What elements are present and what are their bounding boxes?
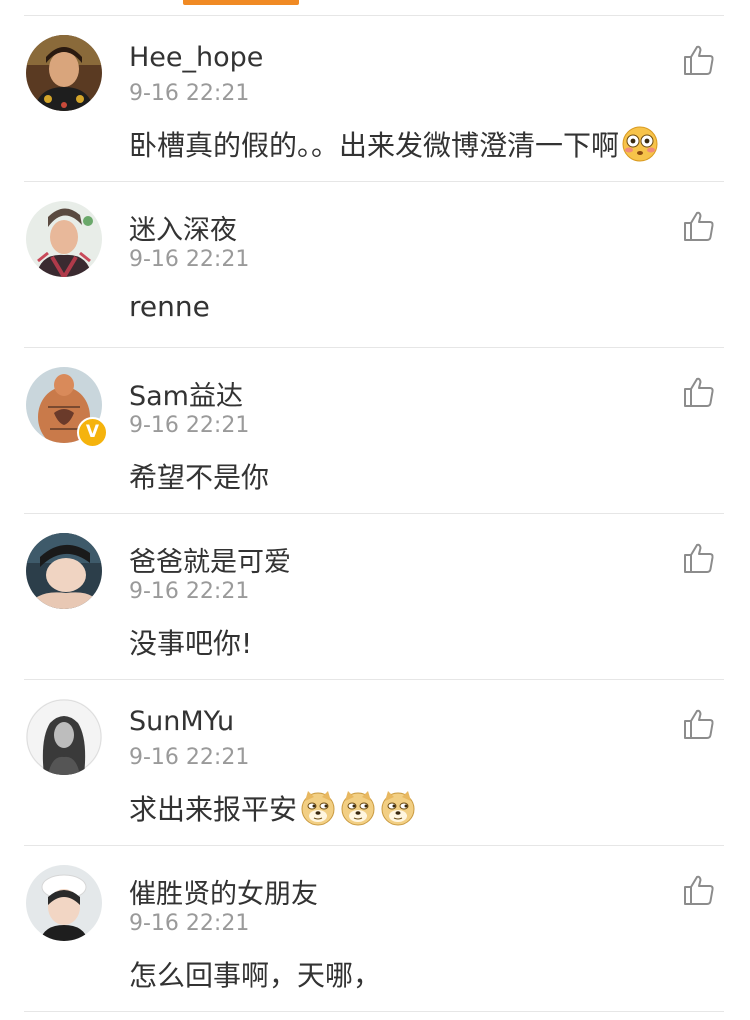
- like-button[interactable]: [682, 541, 716, 575]
- comment-item: V Sam益达 9-16 22:21 希望不是你: [24, 348, 724, 514]
- comment-item: SunMYu 9-16 22:21 求出来报平安: [24, 680, 724, 846]
- thumbs-up-icon: [684, 543, 714, 573]
- username[interactable]: 迷入深夜: [129, 208, 237, 247]
- thumbs-up-icon: [684, 709, 714, 739]
- verified-badge: V: [77, 417, 108, 448]
- comment-time: 9-16 22:21: [129, 81, 250, 106]
- comment-item: 爸爸就是可爱 9-16 22:21 没事吧你!: [24, 514, 724, 680]
- comment-text: 卧槽真的假的。。出来发微博澄清一下啊: [129, 124, 659, 164]
- thumbs-up-icon: [684, 45, 714, 75]
- comment-text: 没事吧你!: [129, 622, 252, 662]
- thumbs-up-icon: [684, 211, 714, 241]
- comment-text-body: 怎么回事啊，天哪，: [129, 959, 382, 992]
- flushed-face-emoji: [621, 125, 659, 163]
- comment-time: 9-16 22:21: [129, 413, 250, 438]
- avatar-baba-keai: [26, 533, 102, 609]
- avatar[interactable]: [26, 201, 102, 277]
- username[interactable]: 催胜贤的女朋友: [129, 872, 318, 911]
- comment-text: 求出来报平安: [129, 788, 417, 828]
- comment-item: Hee_hope 9-16 22:21 卧槽真的假的。。出来发微博澄清一下啊: [24, 16, 724, 182]
- avatar[interactable]: [26, 533, 102, 609]
- thumbs-up-icon: [684, 875, 714, 905]
- doge-emoji: [379, 789, 417, 827]
- like-button[interactable]: [682, 43, 716, 77]
- doge-emoji: [299, 789, 337, 827]
- comment-item: 迷入深夜 9-16 22:21 renne: [24, 182, 724, 348]
- username[interactable]: 爸爸就是可爱: [129, 540, 291, 579]
- comment-text: 希望不是你: [129, 456, 269, 496]
- comment-item: 催胜贤的女朋友 9-16 22:21 怎么回事啊，天哪，: [24, 846, 724, 1012]
- comment-time: 9-16 22:21: [129, 911, 250, 936]
- avatar[interactable]: [26, 699, 102, 775]
- doge-emoji: [339, 789, 377, 827]
- like-button[interactable]: [682, 873, 716, 907]
- username[interactable]: Hee_hope: [129, 42, 263, 73]
- avatar-cui-shengxian-nvpengyou: [26, 865, 102, 941]
- username[interactable]: Sam益达: [129, 374, 243, 413]
- avatar[interactable]: V: [26, 367, 108, 448]
- tab-bar-remnant: [0, 0, 750, 16]
- comment-time: 9-16 22:21: [129, 745, 250, 770]
- comment-list: Hee_hope 9-16 22:21 卧槽真的假的。。出来发微博澄清一下啊 迷…: [0, 16, 750, 1012]
- comment-text-body: 求出来报平安: [129, 793, 298, 826]
- active-tab-indicator: [183, 0, 299, 5]
- avatar[interactable]: [26, 865, 102, 941]
- like-button[interactable]: [682, 375, 716, 409]
- avatar[interactable]: [26, 35, 102, 111]
- comment-text-body: 卧槽真的假的。。出来发微博澄清一下啊: [129, 129, 620, 162]
- like-button[interactable]: [682, 209, 716, 243]
- comment-text-body: renne: [129, 290, 210, 323]
- comment-text-body: 希望不是你: [129, 461, 270, 494]
- username[interactable]: SunMYu: [129, 706, 234, 737]
- like-button[interactable]: [682, 707, 716, 741]
- avatar-sunmyu: [26, 699, 102, 775]
- comment-text: 怎么回事啊，天哪，: [129, 954, 381, 994]
- avatar-mi-ru-shen-ye: [26, 201, 102, 277]
- thumbs-up-icon: [684, 377, 714, 407]
- comment-text-body: 没事吧你!: [129, 627, 253, 660]
- comment-time: 9-16 22:21: [129, 247, 250, 272]
- comment-time: 9-16 22:21: [129, 579, 250, 604]
- comment-text: renne: [129, 290, 210, 323]
- avatar-hee-hope: [26, 35, 102, 111]
